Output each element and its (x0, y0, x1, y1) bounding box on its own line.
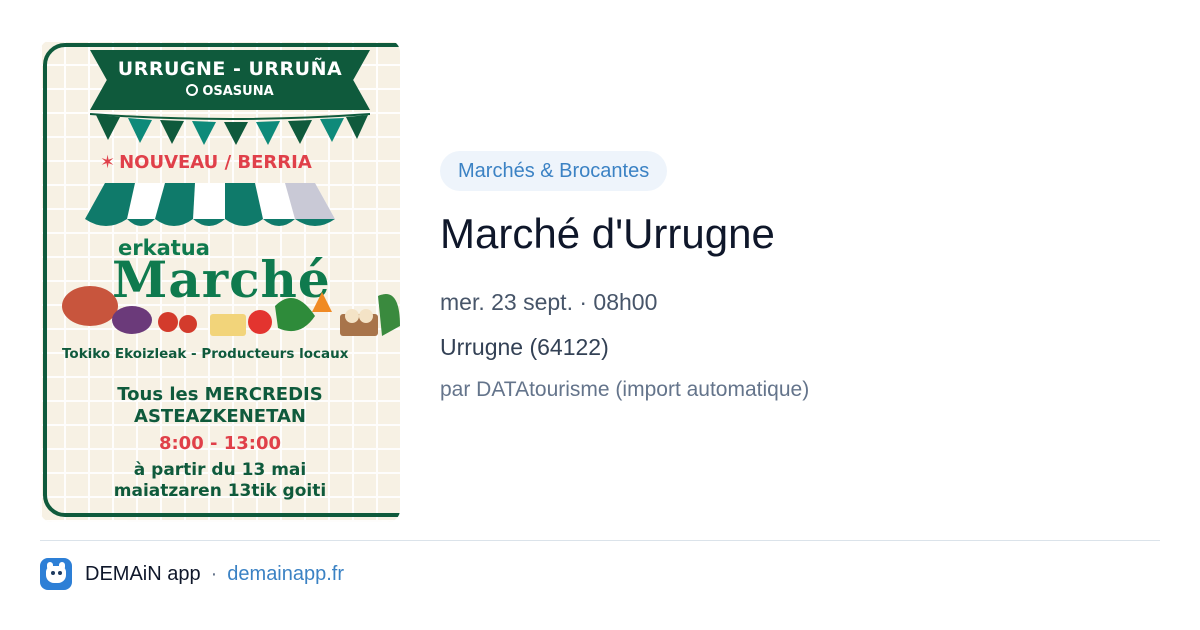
bunting-flags (90, 113, 370, 145)
footer-divider (40, 540, 1160, 541)
poster-banner: URRUGNE - URRUÑA OSASUNA (90, 50, 370, 110)
poster-town: URRUGNE - URRUÑA (117, 58, 343, 80)
share-card: URRUGNE - URRUÑA OSASUNA ✶ NOUVEAU / BERR… (0, 0, 1200, 630)
poster-producers: Tokiko Ekoizleak - Producteurs locaux (62, 346, 349, 362)
poster-days-eu: ASTEAZKENETAN (134, 406, 306, 427)
poster-start-fr: à partir du 13 mai (133, 460, 307, 480)
poster-new-label: ✶ NOUVEAU / BERRIA (100, 152, 400, 173)
event-source: par DATAtourisme (import automatique) (440, 378, 810, 401)
poster-new-text: NOUVEAU / BERRIA (119, 152, 312, 173)
app-name: DEMAiN app (85, 562, 201, 585)
poster-days-fr: Tous les MERCREDIS (117, 384, 323, 405)
footer-separator: · (210, 562, 218, 585)
app-website-link[interactable]: demainapp.fr (227, 563, 344, 586)
app-logo-eye-left (51, 571, 55, 575)
event-poster-image[interactable]: URRUGNE - URRUÑA OSASUNA ✶ NOUVEAU / BERR… (40, 40, 400, 522)
poster-start-eu: maiatzaren 13tik goiti (113, 481, 327, 501)
map-pin-icon (186, 84, 199, 96)
app-logo-eye-right (58, 571, 62, 575)
poster-hours: 8:00 - 13:00 (158, 433, 282, 454)
category-badge[interactable]: Marchés & Brocantes (440, 151, 668, 191)
app-logo-icon (40, 558, 72, 590)
market-awning (85, 183, 335, 226)
star-icon: ✶ (100, 152, 116, 173)
vegetables-illustration (62, 286, 400, 336)
footer: DEMAiN app · demainapp.fr (40, 558, 344, 590)
event-date: mer. 23 sept. · 08h00 (440, 289, 658, 315)
poster-location: OSASUNA (90, 84, 370, 99)
poster-location-label: OSASUNA (202, 84, 274, 99)
event-title: Marché d'Urrugne (440, 210, 775, 257)
app-logo-face (46, 566, 66, 583)
event-location: Urrugne (64122) (440, 334, 609, 360)
